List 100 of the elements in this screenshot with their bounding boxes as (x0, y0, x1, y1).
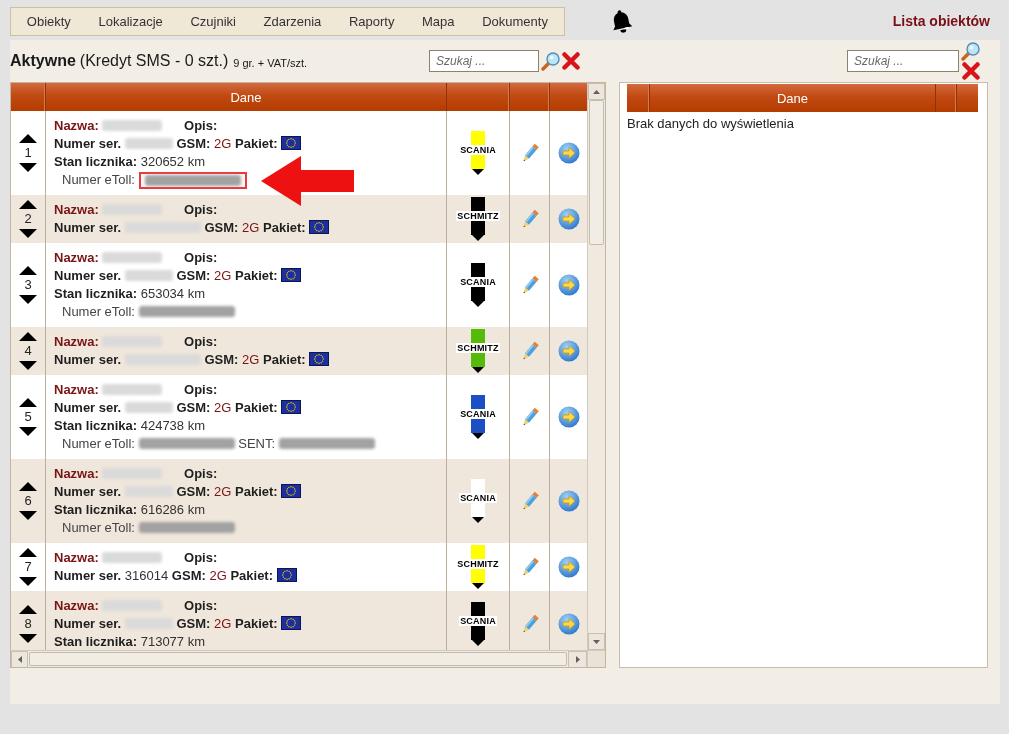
field-label: Pakiet: (235, 616, 278, 631)
field-label: Pakiet: (235, 136, 278, 151)
search-field[interactable]: Szukaj ... (429, 50, 539, 72)
menu-item[interactable]: Lokalizacje (84, 8, 177, 35)
flag-icon (281, 616, 302, 630)
triangle-up-icon[interactable] (19, 332, 37, 341)
arrow-circle-icon[interactable] (557, 613, 580, 635)
flag-icon (309, 352, 330, 366)
field-label: Stan licznika: (54, 286, 138, 301)
field-label: GSM: (176, 400, 211, 415)
triangle-up-icon (593, 89, 600, 94)
field-label: Opis: (184, 334, 218, 349)
triangle-up-icon[interactable] (19, 548, 37, 557)
field-label: Pakiet: (263, 220, 306, 235)
triangle-down-icon[interactable] (19, 361, 37, 370)
field-value: 713077 km (140, 634, 206, 649)
row-number: 4 (24, 344, 32, 358)
menu-item[interactable]: Mapa (408, 8, 469, 35)
blurred-text (124, 402, 173, 413)
close-icon[interactable] (562, 52, 580, 70)
field-value: 424738 km (140, 418, 206, 433)
scrollbar-thumb[interactable] (589, 100, 604, 245)
empty-message: Brak danych do wyświetlenia (627, 115, 795, 132)
search-icon[interactable] (961, 42, 980, 61)
triangle-down-icon[interactable] (19, 427, 37, 436)
triangle-up-icon[interactable] (19, 266, 37, 275)
search-field[interactable]: Szukaj ... (847, 50, 959, 72)
triangle-down-icon (472, 235, 484, 241)
triangle-down-icon (472, 301, 484, 307)
field-value: 2G (214, 616, 232, 631)
scroll-right-button[interactable] (568, 651, 587, 667)
triangle-down-icon[interactable] (19, 634, 37, 643)
menu-item[interactable]: Zdarzenia (249, 8, 336, 35)
search-icon[interactable] (541, 51, 560, 71)
arrow-circle-icon[interactable] (557, 208, 580, 230)
triangle-down-icon (472, 433, 484, 439)
row-number: 1 (24, 146, 32, 160)
menu-item[interactable]: Obiekty (13, 8, 85, 35)
field-label: Pakiet: (230, 568, 274, 583)
field-label: Stan licznika: (54, 418, 138, 433)
field-label: Nazwa: (54, 118, 99, 133)
triangle-left-icon (17, 656, 22, 663)
field-label: Numer ser. (54, 616, 122, 631)
scroll-up-button[interactable] (588, 83, 605, 100)
triangle-up-icon[interactable] (19, 134, 37, 143)
arrow-circle-icon[interactable] (557, 274, 580, 296)
row-number: 6 (24, 494, 32, 508)
triangle-up-icon[interactable] (19, 398, 37, 407)
triangle-up-icon[interactable] (19, 605, 37, 614)
field-label: Numer ser. (54, 400, 122, 415)
scroll-left-button[interactable] (11, 651, 28, 667)
arrow-circle-icon[interactable] (557, 142, 580, 164)
field-value: 2G (214, 268, 232, 283)
row-number: 2 (24, 212, 32, 226)
row-number: 5 (24, 410, 32, 424)
blurred-text (102, 552, 163, 563)
field-value: 2G (214, 136, 232, 151)
field-label: Nazwa: (54, 202, 99, 217)
triangle-down-icon[interactable] (19, 229, 37, 238)
field-label: Nazwa: (54, 598, 99, 613)
row-number: 8 (24, 617, 32, 631)
price-note: 9 gr. + VAT/szt. (233, 55, 308, 69)
menu-item[interactable]: Czujniki (176, 8, 250, 35)
triangle-down-icon[interactable] (19, 295, 37, 304)
triangle-down-icon[interactable] (19, 511, 37, 520)
field-label: Stan licznika: (54, 154, 138, 169)
field-label: Numer eToll: (62, 520, 135, 535)
field-label: Opis: (184, 118, 218, 133)
close-icon[interactable] (961, 62, 980, 80)
blurred-text (124, 138, 173, 149)
field-label: Stan licznika: (54, 502, 138, 517)
menu-item[interactable]: Dokumenty (468, 8, 562, 35)
blurred-text (102, 384, 163, 395)
scroll-down-button[interactable] (588, 633, 605, 650)
scrollbar-thumb[interactable] (29, 652, 567, 666)
brand-label: SCHMITZ (456, 343, 500, 353)
arrow-circle-icon[interactable] (557, 556, 580, 578)
list-title: Aktywne (10, 52, 76, 70)
field-value: 653034 km (140, 286, 206, 301)
field-label: GSM: (176, 484, 211, 499)
arrow-circle-icon[interactable] (557, 490, 580, 512)
triangle-down-icon (472, 640, 484, 646)
triangle-up-icon[interactable] (19, 200, 37, 209)
triangle-down-icon[interactable] (19, 577, 37, 586)
triangle-down-icon[interactable] (19, 163, 37, 172)
arrow-circle-icon[interactable] (557, 406, 580, 428)
triangle-down-icon (472, 169, 484, 175)
field-label: Pakiet: (235, 268, 278, 283)
menu-item[interactable]: Raporty (335, 8, 409, 35)
field-label: Nazwa: (54, 250, 99, 265)
column-header: Dane (650, 84, 936, 112)
blurred-text (124, 270, 173, 281)
field-label: Stan licznika: (54, 634, 138, 649)
field-label: Opis: (184, 382, 218, 397)
field-label: Pakiet: (235, 400, 278, 415)
arrow-circle-icon[interactable] (557, 340, 580, 362)
sms-credit: (Kredyt SMS - 0 szt.) (79, 52, 229, 70)
triangle-up-icon[interactable] (19, 482, 37, 491)
brand-label: SCHMITZ (456, 211, 500, 221)
page-title: Lista obiektów (892, 12, 990, 31)
